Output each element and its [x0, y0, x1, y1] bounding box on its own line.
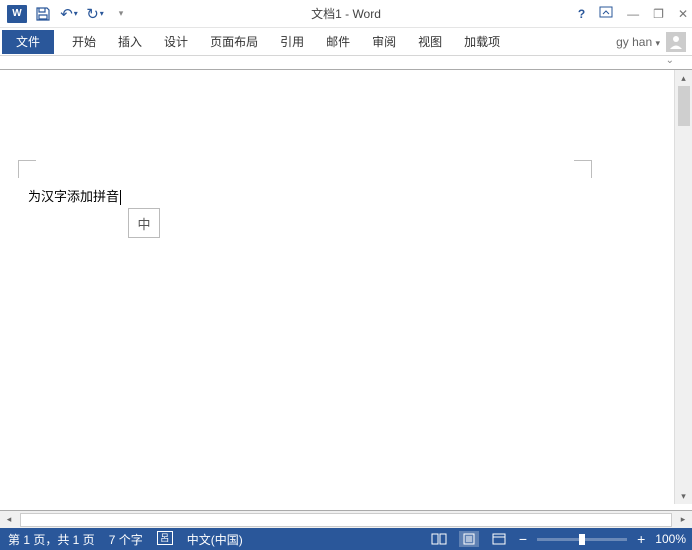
help-button[interactable]: ? — [578, 7, 585, 21]
scroll-up-icon[interactable]: ▴ — [675, 70, 692, 86]
print-layout-icon[interactable] — [459, 531, 479, 547]
restore-button[interactable]: ❐ — [653, 7, 664, 21]
tab-review[interactable]: 审阅 — [372, 33, 396, 50]
web-layout-icon[interactable] — [489, 531, 509, 547]
ribbon-collapse-bar: ⌄ — [0, 56, 692, 70]
title-bar: W ↶▾ ↻▾ ▾ 文档1 - Word ? — ❐ ✕ — [0, 0, 692, 28]
file-tab[interactable]: 文件 — [2, 30, 54, 54]
user-name[interactable]: gy han ▾ — [616, 35, 660, 49]
scroll-down-icon[interactable]: ▾ — [675, 488, 692, 504]
close-button[interactable]: ✕ — [678, 7, 688, 21]
ribbon: 文件 开始 插入 设计 页面布局 引用 邮件 审阅 视图 加载项 gy han … — [0, 28, 692, 56]
page-margin-corner — [18, 160, 36, 178]
tab-home[interactable]: 开始 — [72, 33, 96, 50]
scroll-thumb[interactable] — [678, 86, 690, 126]
zoom-slider[interactable] — [537, 538, 627, 541]
user-avatar-icon[interactable] — [666, 32, 686, 52]
page-indicator[interactable]: 第 1 页，共 1 页 — [8, 531, 95, 548]
word-count[interactable]: 7 个字 — [109, 531, 143, 548]
zoom-level[interactable]: 100% — [655, 532, 686, 546]
document-area[interactable]: 为汉字添加拼音 中 — [0, 70, 692, 504]
quick-access-toolbar: W ↶▾ ↻▾ ▾ — [0, 0, 134, 27]
save-button[interactable] — [30, 2, 56, 26]
zoom-out-button[interactable]: − — [519, 531, 527, 547]
page-margin-corner — [574, 160, 592, 178]
document-text[interactable]: 为汉字添加拼音 — [28, 186, 121, 205]
ribbon-display-options[interactable] — [599, 6, 613, 21]
scroll-left-icon[interactable]: ◂ — [0, 514, 18, 525]
tab-design[interactable]: 设计 — [164, 33, 188, 50]
ime-indicator[interactable]: 中 — [128, 208, 160, 238]
tab-layout[interactable]: 页面布局 — [210, 33, 258, 50]
qat-customize-button[interactable]: ▾ — [108, 2, 134, 26]
hscroll-thumb[interactable] — [21, 514, 111, 526]
ribbon-tabs: 开始 插入 设计 页面布局 引用 邮件 审阅 视图 加载项 — [72, 33, 500, 50]
redo-button[interactable]: ↻▾ — [82, 2, 108, 26]
vertical-scrollbar[interactable]: ▴ ▾ — [674, 70, 692, 504]
undo-button[interactable]: ↶▾ — [56, 2, 82, 26]
tab-addins[interactable]: 加载项 — [464, 33, 500, 50]
status-bar: 第 1 页，共 1 页 7 个字 呂 中文(中国) − + 100% — [0, 528, 692, 550]
zoom-slider-knob[interactable] — [579, 534, 585, 545]
scroll-right-icon[interactable]: ▸ — [674, 514, 692, 525]
tab-references[interactable]: 引用 — [280, 33, 304, 50]
horizontal-scrollbar[interactable]: ◂ ▸ — [0, 510, 692, 528]
tab-view[interactable]: 视图 — [418, 33, 442, 50]
expand-ribbon-icon[interactable]: ⌄ — [666, 55, 674, 66]
word-app-icon[interactable]: W — [4, 2, 30, 26]
text-cursor — [120, 190, 121, 205]
proofing-icon[interactable]: 呂 — [157, 531, 173, 545]
read-mode-icon[interactable] — [429, 531, 449, 547]
window-title: 文档1 - Word — [311, 5, 381, 22]
tab-insert[interactable]: 插入 — [118, 33, 142, 50]
minimize-button[interactable]: — — [627, 7, 639, 21]
zoom-in-button[interactable]: + — [637, 531, 645, 547]
language-indicator[interactable]: 中文(中国) — [187, 531, 243, 548]
tab-mailings[interactable]: 邮件 — [326, 33, 350, 50]
hscroll-track[interactable] — [20, 513, 672, 527]
